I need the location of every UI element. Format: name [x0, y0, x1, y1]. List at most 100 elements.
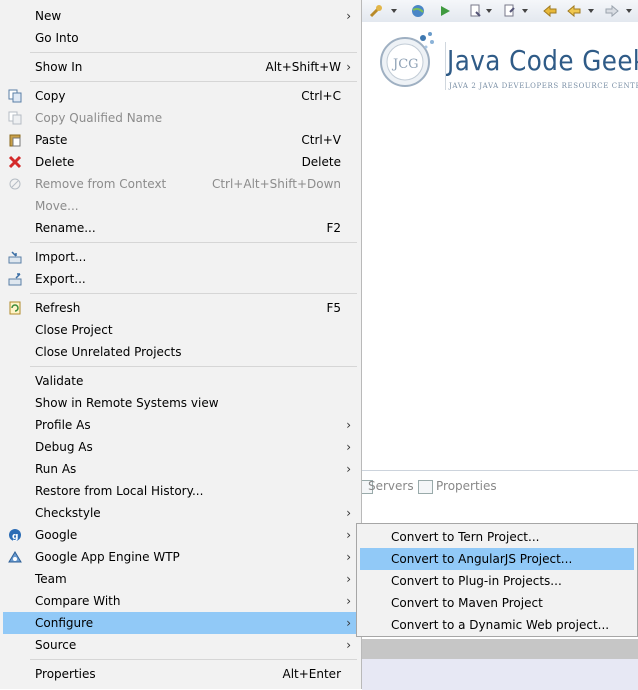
- configure-submenu: Convert to Tern Project... Convert to An…: [356, 523, 638, 637]
- submenu-item-convert-tern[interactable]: Convert to Tern Project...: [360, 526, 634, 548]
- menu-item-label: Close Unrelated Projects: [35, 345, 182, 359]
- menu-item-compare-with[interactable]: Compare With ›: [3, 590, 359, 612]
- menu-item-export[interactable]: Export...: [3, 268, 359, 290]
- menu-item-label: Properties: [35, 667, 96, 681]
- menu-item-label: Show in Remote Systems view: [35, 396, 219, 410]
- menu-item-show-in[interactable]: Show In Alt+Shift+W ›: [3, 56, 359, 78]
- chevron-down-icon[interactable]: [626, 9, 632, 13]
- menu-item-run-as[interactable]: Run As ›: [3, 458, 359, 480]
- export-icon: [8, 272, 22, 286]
- view-tabs: Servers Properties: [358, 471, 638, 501]
- chevron-right-icon: ›: [346, 506, 351, 520]
- submenu-item-convert-maven[interactable]: Convert to Maven Project: [360, 592, 634, 614]
- menu-item-shortcut: Alt+Enter: [282, 667, 341, 681]
- menu-item-shortcut: F2: [326, 221, 341, 235]
- menu-item-move[interactable]: Move...: [3, 195, 359, 217]
- menu-item-configure[interactable]: Configure ›: [3, 612, 359, 634]
- menu-item-rename[interactable]: Rename... F2: [3, 217, 359, 239]
- menu-item-label: Profile As: [35, 418, 91, 432]
- menu-item-shortcut: Delete: [301, 155, 341, 169]
- copy-icon: [8, 89, 22, 103]
- menu-item-delete[interactable]: Delete Delete: [3, 151, 359, 173]
- chevron-right-icon: ›: [346, 418, 351, 432]
- menu-item-label: Import...: [35, 250, 87, 264]
- menu-item-team[interactable]: Team ›: [3, 568, 359, 590]
- logo-subtitle: JAVA 2 JAVA DEVELOPERS RESOURCE CENTER: [449, 82, 638, 90]
- forward-arrow-icon[interactable]: [604, 3, 620, 19]
- menu-item-label: Source: [35, 638, 77, 652]
- menu-item-label: Copy: [35, 89, 66, 103]
- remove-context-icon: [8, 177, 22, 191]
- next-annotation-icon[interactable]: [468, 3, 484, 19]
- menu-item-label: Refresh: [35, 301, 81, 315]
- menu-item-label: Show In: [35, 60, 83, 74]
- chevron-down-icon[interactable]: [391, 9, 397, 13]
- menu-item-refresh[interactable]: Refresh F5: [3, 297, 359, 319]
- menu-item-restore-from-local-history[interactable]: Restore from Local History...: [3, 480, 359, 502]
- menu-item-close-unrelated-projects[interactable]: Close Unrelated Projects: [3, 341, 359, 363]
- last-edit-icon[interactable]: [542, 3, 558, 19]
- menu-item-import[interactable]: Import...: [3, 246, 359, 268]
- menu-separator: [30, 293, 357, 294]
- chevron-down-icon[interactable]: [522, 9, 528, 13]
- menu-item-label: Google: [35, 528, 78, 542]
- menu-item-label: Google App Engine WTP: [35, 550, 180, 564]
- menu-item-show-in-remote-systems[interactable]: Show in Remote Systems view: [3, 392, 359, 414]
- menu-item-new[interactable]: New ›: [3, 5, 359, 27]
- chevron-right-icon: ›: [346, 60, 351, 74]
- submenu-item-convert-dynamic-web[interactable]: Convert to a Dynamic Web project...: [360, 614, 634, 636]
- menu-item-google-app-engine-wtp[interactable]: Google App Engine WTP ›: [3, 546, 359, 568]
- wrench-icon[interactable]: [368, 3, 384, 19]
- svg-text:g: g: [12, 532, 18, 542]
- menu-item-close-project[interactable]: Close Project: [3, 319, 359, 341]
- menu-item-label: Run As: [35, 462, 77, 476]
- menu-item-shortcut: F5: [326, 301, 341, 315]
- tab-servers[interactable]: Servers: [368, 479, 414, 493]
- app-engine-icon: [8, 550, 22, 564]
- menu-separator: [30, 52, 357, 53]
- menu-item-properties[interactable]: Properties Alt+Enter: [3, 663, 359, 685]
- chevron-down-icon[interactable]: [486, 9, 492, 13]
- globe-icon[interactable]: [410, 3, 426, 19]
- menu-item-go-into[interactable]: Go Into: [3, 27, 359, 49]
- menu-item-copy-qualified-name[interactable]: Copy Qualified Name: [3, 107, 359, 129]
- menu-item-label: Checkstyle: [35, 506, 101, 520]
- menu-item-label: Rename...: [35, 221, 96, 235]
- panel-content-area: [362, 659, 638, 690]
- submenu-item-convert-angularjs[interactable]: Convert to AngularJS Project...: [360, 548, 634, 570]
- menu-item-label: New: [35, 9, 62, 23]
- menu-item-label: Validate: [35, 374, 84, 388]
- prev-annotation-icon[interactable]: [502, 3, 518, 19]
- run-tool-icon[interactable]: [438, 3, 454, 19]
- menu-item-profile-as[interactable]: Profile As ›: [3, 414, 359, 436]
- submenu-item-label: Convert to a Dynamic Web project...: [391, 618, 610, 632]
- svg-text:JCG: JCG: [391, 57, 419, 72]
- chevron-down-icon[interactable]: [588, 9, 594, 13]
- delete-icon: [8, 155, 22, 169]
- menu-item-validate[interactable]: Validate: [3, 370, 359, 392]
- menu-item-checkstyle[interactable]: Checkstyle ›: [3, 502, 359, 524]
- editor-area: JCG Java Code Geeks JAVA 2 JAVA DEVELOPE…: [362, 22, 638, 470]
- chevron-right-icon: ›: [346, 572, 351, 586]
- import-icon: [8, 250, 22, 264]
- menu-item-copy[interactable]: Copy Ctrl+C: [3, 85, 359, 107]
- tab-properties[interactable]: Properties: [436, 479, 497, 493]
- chevron-right-icon: ›: [346, 440, 351, 454]
- menu-item-label: Export...: [35, 272, 86, 286]
- menu-item-label: Move...: [35, 199, 79, 213]
- menu-item-source[interactable]: Source ›: [3, 634, 359, 656]
- menu-separator: [30, 659, 357, 660]
- menu-item-remove-from-context[interactable]: Remove from Context Ctrl+Alt+Shift+Down: [3, 173, 359, 195]
- submenu-item-label: Convert to AngularJS Project...: [391, 552, 573, 566]
- chevron-right-icon: ›: [346, 638, 351, 652]
- chevron-right-icon: ›: [346, 594, 351, 608]
- menu-item-shortcut: Ctrl+C: [301, 89, 341, 103]
- menu-item-debug-as[interactable]: Debug As ›: [3, 436, 359, 458]
- google-icon: g: [8, 528, 22, 542]
- submenu-item-convert-plugin[interactable]: Convert to Plug-in Projects...: [360, 570, 634, 592]
- menu-item-paste[interactable]: Paste Ctrl+V: [3, 129, 359, 151]
- refresh-icon: [8, 301, 22, 315]
- menu-item-google[interactable]: g Google ›: [3, 524, 359, 546]
- back-arrow-icon[interactable]: [566, 3, 582, 19]
- chevron-right-icon: ›: [346, 550, 351, 564]
